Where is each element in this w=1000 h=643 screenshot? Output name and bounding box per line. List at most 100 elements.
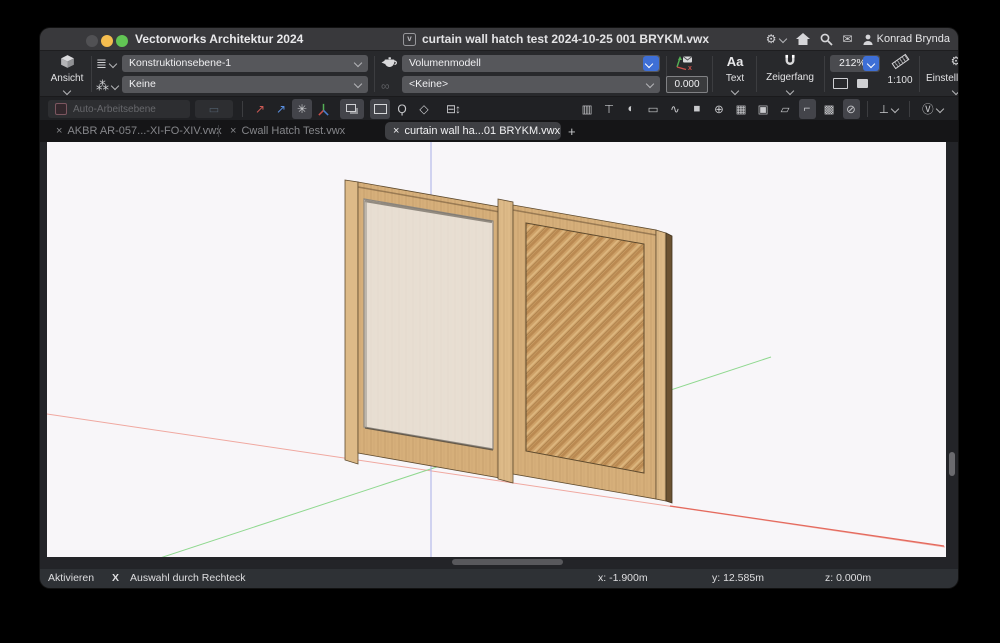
tab-label: Cwall Hatch Test.vwx xyxy=(241,125,345,137)
document-tab-active[interactable]: × curtain wall ha...01 BRYKM.vwx xyxy=(385,122,561,140)
mail-button[interactable]: ✉ xyxy=(843,31,853,47)
snap-off-icon: ⊘ xyxy=(846,102,856,116)
snap-to-angle-button[interactable]: ⌐ xyxy=(799,99,816,119)
auto-working-plane-label: Auto-Arbeitsebene xyxy=(73,104,156,115)
dashed-frame-icon: ▩ xyxy=(824,102,835,116)
plane-icon: ▭ xyxy=(209,103,219,116)
scale-ruler-icon xyxy=(891,54,909,69)
saved-view-glasses-icon: ∞ xyxy=(381,79,390,93)
interactive-scale-button[interactable]: ↗ xyxy=(271,99,291,119)
layer-scale-button[interactable]: 1:100 xyxy=(884,54,916,94)
quick-settings-button[interactable]: ⚙ xyxy=(766,31,786,47)
layer-menu-button[interactable]: ≣ xyxy=(96,57,116,71)
search-button[interactable] xyxy=(820,33,833,46)
new-tab-button[interactable]: + xyxy=(568,122,576,140)
tsquare-icon: ⊤ xyxy=(604,102,614,116)
plumb-tool-button[interactable]: ⊥ xyxy=(876,99,902,119)
contrast-button[interactable]: ◐ xyxy=(623,99,640,119)
rectangle-icon: ▭ xyxy=(648,102,659,116)
render-mode-value: Volumenmodell xyxy=(409,57,481,69)
settings-menu-button[interactable]: ⚙ Einstellungen xyxy=(924,54,958,94)
axes-mode-button[interactable] xyxy=(313,99,333,119)
titlebar: Vectorworks Architektur 2024 v curtain w… xyxy=(40,28,958,50)
filled-square-icon: ■ xyxy=(694,103,701,115)
cursor-x-readout: x: -1.900m xyxy=(598,572,648,584)
view-menu-button[interactable]: Ansicht xyxy=(46,54,88,94)
app-window: Vectorworks Architektur 2024 v curtain w… xyxy=(40,28,958,588)
close-tab-icon[interactable]: × xyxy=(56,125,62,137)
vertical-scrollbar-thumb[interactable] xyxy=(949,452,955,476)
settings-label: Einstellungen xyxy=(926,73,958,84)
close-window-button[interactable] xyxy=(86,35,98,47)
snap-to-grid-button[interactable]: ▦ xyxy=(733,99,750,119)
chevron-down-icon xyxy=(63,87,71,95)
snap-to-point-button[interactable]: ⊕ xyxy=(711,99,728,119)
snapping-menu-button[interactable]: Zeigerfang xyxy=(760,54,820,94)
active-class-select[interactable]: Keine xyxy=(122,76,368,93)
red-arrow-icon: ↗ xyxy=(255,102,265,116)
minimize-window-button[interactable] xyxy=(101,35,113,47)
render-mode-menu-button[interactable] xyxy=(643,56,659,71)
snap-curve-icon: ∿ xyxy=(670,102,680,116)
horizontal-scrollbar-thumb[interactable] xyxy=(452,559,563,565)
zoom-window-button[interactable] xyxy=(116,35,128,47)
disable-interactive-scale-button[interactable]: ↗ xyxy=(250,99,270,119)
active-layer-value: Konstruktionsebene-1 xyxy=(129,57,231,69)
zoom-level-field[interactable]: 212% xyxy=(830,55,880,72)
polygon-select-button[interactable]: ◇ xyxy=(414,99,434,119)
home-button[interactable] xyxy=(796,33,810,45)
working-plane-mode-button[interactable]: ▭ xyxy=(195,100,233,118)
render-mode-select[interactable]: Volumenmodell xyxy=(402,55,660,72)
app-title: Vectorworks Architektur 2024 xyxy=(135,32,303,46)
viewport-frame xyxy=(40,142,958,568)
snap-to-surface-button[interactable]: ■ xyxy=(689,99,706,119)
user-account-button[interactable]: Konrad Brynda xyxy=(863,33,950,45)
document-icon: v xyxy=(403,33,416,46)
snap-disable-button[interactable]: ⊘ xyxy=(843,99,860,119)
fit-objects-icon[interactable] xyxy=(857,79,868,88)
text-icon: Aa xyxy=(727,54,744,69)
drawing-canvas[interactable] xyxy=(47,142,946,557)
multi-arrow-icon: ✳ xyxy=(297,102,307,116)
fit-page-icon[interactable] xyxy=(833,78,848,89)
text-menu-button[interactable]: Aa Text xyxy=(718,54,752,94)
settings-dial-icon: ⚙ xyxy=(951,54,958,68)
crosshair-icon: ⊕ xyxy=(714,102,724,116)
document-tab[interactable]: × AKBR AR-057...-XI-FO-XIV.vwx xyxy=(48,122,230,140)
blue-arrow-icon: ↗ xyxy=(276,102,286,116)
class-menu-button[interactable]: ⁂ xyxy=(96,79,118,93)
cloud-sync-button[interactable]: Ⓥ xyxy=(918,99,948,119)
snap-palette: ▥ ⊤ ◐ ▭ ∿ ■ ⊕ ▦ ▣ ▱ ⌐ ▩ ⊘ ⊥ Ⓥ xyxy=(576,99,950,119)
duplicate-mode-button[interactable] xyxy=(340,99,364,119)
close-tab-icon[interactable]: × xyxy=(393,125,399,137)
active-layer-select[interactable]: Konstruktionsebene-1 xyxy=(122,55,368,72)
contrast-icon: ◐ xyxy=(628,103,635,115)
tsquare-snap-button[interactable]: ⊤ xyxy=(601,99,618,119)
chevron-down-icon xyxy=(111,82,119,90)
snap-to-intersection-button[interactable]: ▣ xyxy=(755,99,772,119)
saved-view-select[interactable]: <Keine> xyxy=(402,76,660,93)
snap-to-object-button[interactable]: ∿ xyxy=(667,99,684,119)
ruler-icon: ▥ xyxy=(582,102,593,116)
measure-snap-button[interactable]: ▥ xyxy=(579,99,596,119)
lasso-select-button[interactable]: Ϙ xyxy=(392,99,412,119)
snap-frame-button[interactable]: ▩ xyxy=(821,99,838,119)
working-plane-icon[interactable]: x xyxy=(671,54,695,71)
snap-notes-button[interactable]: ▱ xyxy=(777,99,794,119)
checkbox-icon[interactable] xyxy=(55,103,67,115)
chevron-down-icon xyxy=(936,105,944,113)
pair-rectangles-icon xyxy=(346,104,356,112)
close-tab-icon[interactable]: × xyxy=(230,125,236,137)
rectangle-mode-button[interactable]: ▭ xyxy=(645,99,662,119)
zoom-menu-button[interactable] xyxy=(863,56,879,71)
document-tab[interactable]: × Cwall Hatch Test.vwx xyxy=(222,122,353,140)
lasso-icon: Ϙ xyxy=(397,102,406,116)
right-side-face xyxy=(666,233,672,503)
curtain-wall-model[interactable] xyxy=(345,180,672,503)
move-3d-mode-button[interactable]: ✳ xyxy=(292,99,312,119)
height-adjust-button[interactable]: ⊟↕ xyxy=(440,99,466,119)
auto-working-plane-toggle[interactable]: Auto-Arbeitsebene xyxy=(48,100,190,118)
render-mode-icon xyxy=(381,56,398,69)
marquee-select-button[interactable] xyxy=(370,99,390,119)
plane-elevation-field[interactable]: 0.000 xyxy=(666,76,708,93)
